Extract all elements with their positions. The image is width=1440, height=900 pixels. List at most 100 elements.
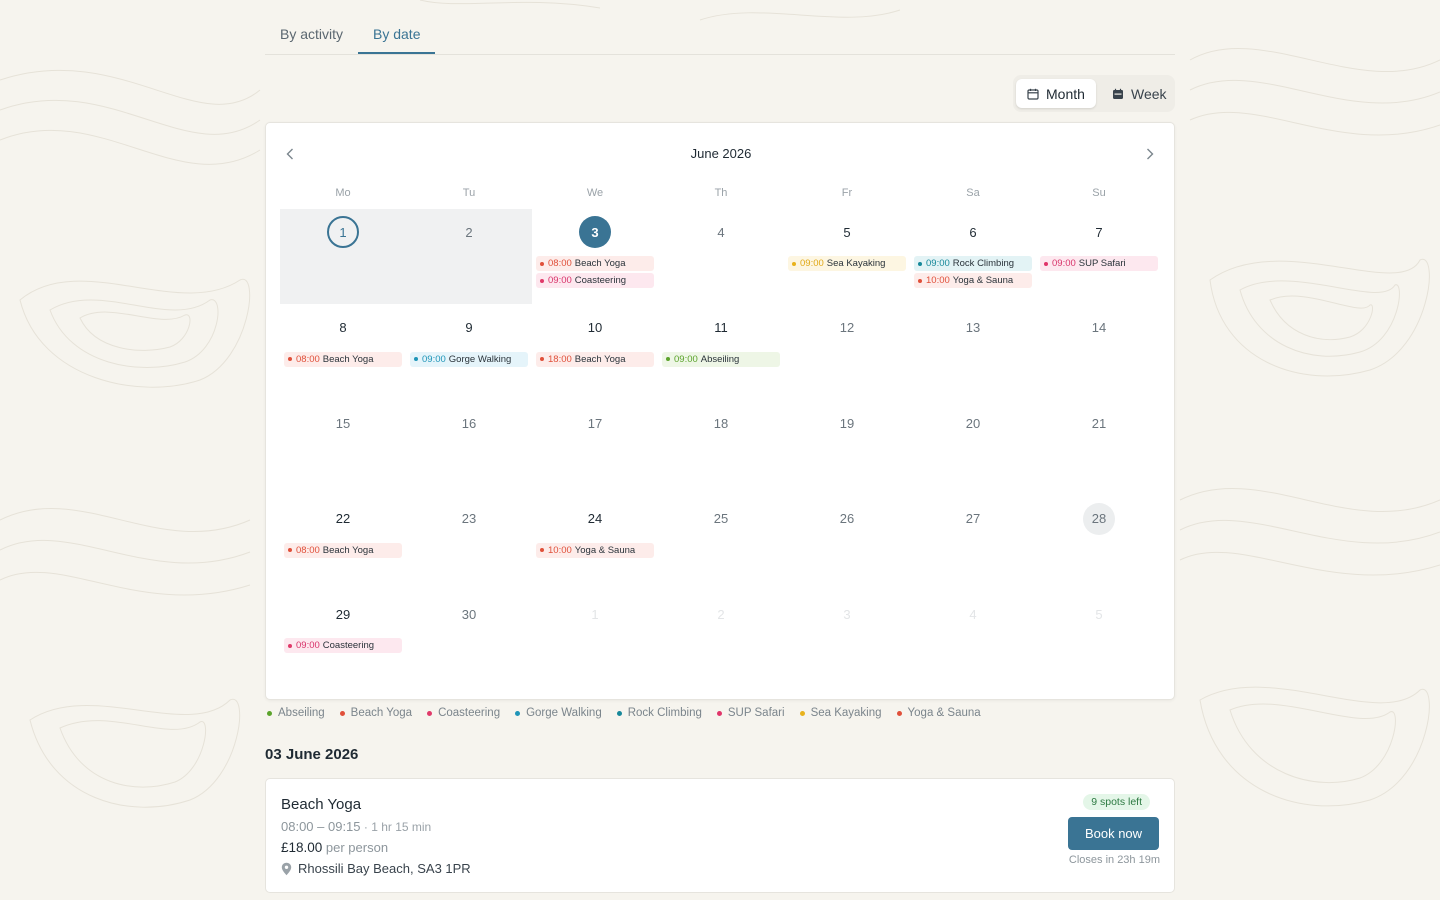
activity-dot-icon [1044, 261, 1048, 266]
event-chip[interactable]: 08:00 Beach Yoga [536, 256, 654, 271]
session-price-unit: per person [322, 840, 389, 855]
calendar-day[interactable]: 22 [327, 503, 359, 535]
calendar-day[interactable]: 5 [831, 216, 863, 248]
event-chip[interactable]: 10:00 Yoga & Sauna [914, 273, 1032, 288]
event-chip[interactable]: 08:00 Beach Yoga [284, 351, 402, 367]
weekday-header: We [586, 187, 604, 199]
activity-dot-icon [792, 261, 796, 266]
activity-dot-icon [666, 357, 670, 361]
month-view-button[interactable]: Month [1016, 79, 1096, 108]
calendar-day[interactable]: 2 [453, 216, 485, 248]
weekday-header: Mo [335, 187, 351, 199]
tab-by-activity[interactable]: By activity [280, 24, 343, 52]
event-chip[interactable]: 09:00 Coasteering [284, 638, 402, 653]
event-chip[interactable]: 08:00 Beach Yoga [284, 542, 402, 558]
event-chip[interactable]: 09:00 Abseiling [662, 351, 780, 367]
calendar-day[interactable]: 28 [1083, 502, 1115, 535]
event-chip[interactable]: 09:00 Coasteering [536, 273, 654, 288]
outside-month-day: 3 [843, 606, 851, 622]
event-chip[interactable]: 09:00 Gorge Walking [410, 351, 528, 367]
activity-dot-icon [288, 643, 292, 648]
event-chip[interactable]: 09:00 Rock Climbing [914, 256, 1032, 271]
legend-item: Yoga & Sauna [896, 707, 981, 719]
calendar-day[interactable]: 29 [327, 598, 359, 630]
legend-dot-icon [716, 710, 722, 716]
calendar-day[interactable]: 15 [327, 407, 359, 439]
calendar-day[interactable]: 10 [579, 312, 611, 344]
event-time: 09:00 [1052, 258, 1076, 269]
session-card: Beach Yoga 08:00 – 09:15 · 1 hr 15 min £… [265, 778, 1175, 893]
outside-month-day: 1 [591, 606, 599, 622]
calendar-day[interactable]: 3 [579, 216, 611, 248]
view-tabs: By activity By date [265, 18, 1175, 55]
booking-closes-text: Closes in 23h 19m [1068, 854, 1160, 866]
activity-dot-icon [918, 261, 922, 266]
calendar-day[interactable]: 23 [453, 503, 485, 535]
event-chip[interactable]: 10:00 Yoga & Sauna [536, 542, 654, 558]
calendar-day[interactable]: 6 [957, 216, 989, 248]
session-price: £18.00 per person [281, 840, 388, 855]
calendar-day[interactable]: 21 [1083, 407, 1115, 439]
legend-item: Beach Yoga [339, 707, 412, 719]
calendar-day[interactable]: 25 [705, 503, 737, 535]
next-month-button[interactable] [1140, 145, 1160, 163]
calendar-day[interactable]: 11 [705, 312, 737, 344]
calendar-day[interactable]: 14 [1083, 312, 1115, 344]
calendar-day[interactable]: 16 [453, 407, 485, 439]
chevron-right-icon [1147, 148, 1154, 160]
event-time: 08:00 [296, 544, 320, 556]
event-chip[interactable]: 09:00 Sea Kayaking [788, 256, 906, 271]
event-name: Coasteering [574, 275, 627, 286]
tab-by-date[interactable]: By date [358, 24, 436, 54]
legend-item: Abseiling [267, 707, 325, 719]
calendar-day[interactable]: 8 [327, 312, 359, 344]
calendar-day[interactable]: 24 [579, 503, 611, 535]
event-chip[interactable]: 18:00 Beach Yoga [536, 351, 654, 367]
calendar-day[interactable]: 27 [957, 503, 989, 535]
weekday-header: Tu [462, 187, 476, 199]
event-time: 09:00 [422, 353, 446, 365]
event-time: 09:00 [926, 258, 950, 269]
week-view-label: Week [1131, 85, 1167, 102]
event-name: SUP Safari [1078, 258, 1126, 269]
month-calendar: June 2026 Mo Tu We Th Fr Sa Su 1 2 3 08:00 Beach Yo… [265, 122, 1175, 700]
calendar-day[interactable]: 12 [831, 312, 863, 344]
calendar-day[interactable]: 17 [579, 407, 611, 439]
calendar-day[interactable]: 20 [957, 407, 989, 439]
calendar-week-icon [1113, 88, 1123, 99]
calendar-day[interactable]: 9 [453, 312, 485, 344]
week-view-button[interactable]: Week [1101, 79, 1178, 108]
calendar-day[interactable]: 7 [1083, 216, 1115, 248]
weekday-header: Sa [966, 187, 980, 199]
activity-dot-icon [540, 278, 544, 283]
calendar-day[interactable]: 26 [831, 503, 863, 535]
calendar-month-title: June 2026 [690, 146, 752, 161]
weekday-header: Th [714, 187, 728, 199]
session-duration: · 1 hr 15 min [360, 820, 432, 834]
event-time: 10:00 [926, 275, 950, 286]
calendar-day[interactable]: 19 [831, 407, 863, 439]
calendar-day[interactable]: 18 [705, 407, 737, 439]
session-location: Rhossili Bay Beach, SA3 1PR [281, 861, 471, 876]
legend-label: Gorge Walking [526, 707, 602, 719]
session-price-amount: £18.00 [281, 840, 323, 855]
event-name: Beach Yoga [322, 544, 374, 556]
event-chip[interactable]: 09:00 SUP Safari [1040, 256, 1158, 271]
event-name: Yoga & Sauna [952, 275, 1014, 286]
calendar-day[interactable]: 4 [705, 216, 737, 248]
calendar-day[interactable]: 30 [453, 598, 485, 630]
activity-legend: Abseiling Beach Yoga Coasteering Gorge Walk… [267, 707, 981, 719]
outside-month-day: 5 [1095, 606, 1103, 622]
calendar-icon [1027, 88, 1039, 100]
legend-dot-icon [799, 710, 805, 716]
event-name: Beach Yoga [322, 353, 374, 365]
selected-date-heading: 03 June 2026 [265, 746, 359, 763]
event-name: Rock Climbing [952, 258, 1015, 269]
event-time: 08:00 [548, 258, 572, 269]
book-now-button[interactable]: Book now [1068, 817, 1159, 850]
session-time: 08:00 – 09:15 · 1 hr 15 min [281, 819, 431, 834]
legend-item: Sea Kayaking [799, 707, 882, 719]
event-time: 08:00 [296, 353, 320, 365]
calendar-day[interactable]: 1 [327, 216, 359, 248]
calendar-day[interactable]: 13 [957, 312, 989, 344]
